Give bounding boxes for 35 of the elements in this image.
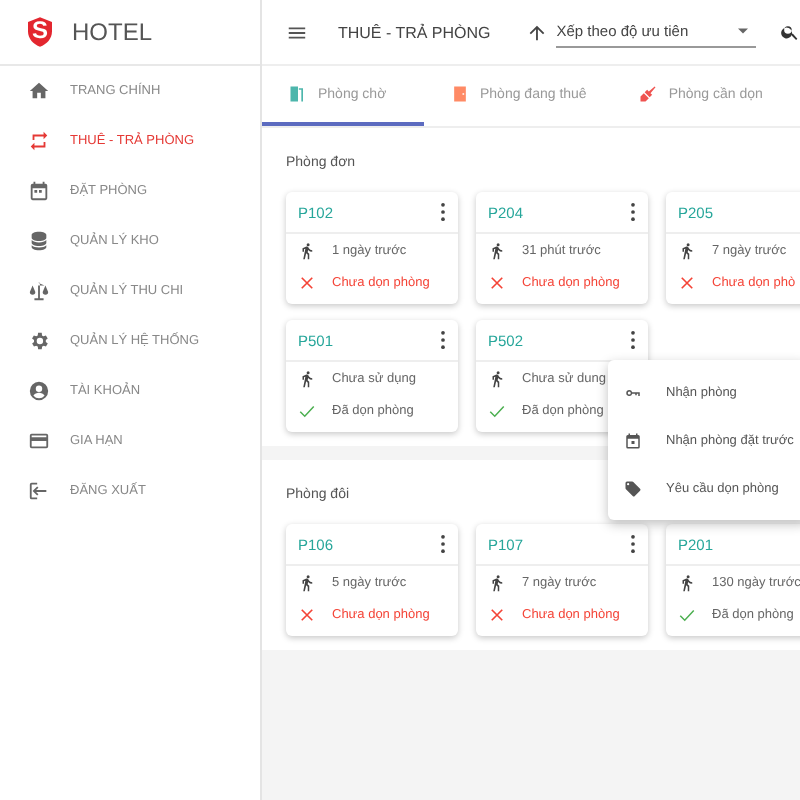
more-icon[interactable] [440, 330, 446, 350]
more-icon[interactable] [630, 534, 636, 554]
gear-icon [28, 330, 50, 352]
account-icon [28, 380, 50, 402]
arrow-up-icon[interactable] [526, 21, 549, 43]
walking-person-icon [488, 369, 506, 387]
shield-logo-icon [24, 14, 56, 50]
walking-person-icon [488, 241, 506, 259]
database-icon [28, 230, 50, 252]
walking-person-icon [678, 573, 696, 591]
scales-icon [28, 280, 50, 302]
walking-person-icon [298, 369, 316, 387]
more-icon[interactable] [630, 202, 636, 222]
page-title: THUÊ - TRẢ PHÒNG [337, 23, 491, 41]
walking-person-icon [488, 573, 506, 591]
credit-card-icon [28, 430, 50, 452]
broom-icon [638, 84, 659, 104]
calendar-icon [624, 431, 642, 449]
search-icon[interactable] [780, 22, 800, 42]
brand-name: HOTEL [72, 18, 153, 46]
more-icon[interactable] [630, 330, 636, 350]
caret-icon [738, 27, 748, 33]
calendar-icon [28, 180, 50, 202]
walking-person-icon [678, 241, 696, 259]
more-icon[interactable] [440, 202, 446, 222]
swap-arrows-icon [28, 130, 50, 152]
more-icon[interactable] [440, 534, 446, 554]
walking-person-icon [298, 573, 316, 591]
logo-letter: S [32, 16, 48, 44]
walking-person-icon [298, 241, 316, 259]
door-icon [288, 84, 308, 104]
door-icon [450, 84, 470, 104]
tag-icon [624, 479, 642, 497]
logout-icon [28, 480, 50, 502]
home-icon [28, 80, 50, 102]
